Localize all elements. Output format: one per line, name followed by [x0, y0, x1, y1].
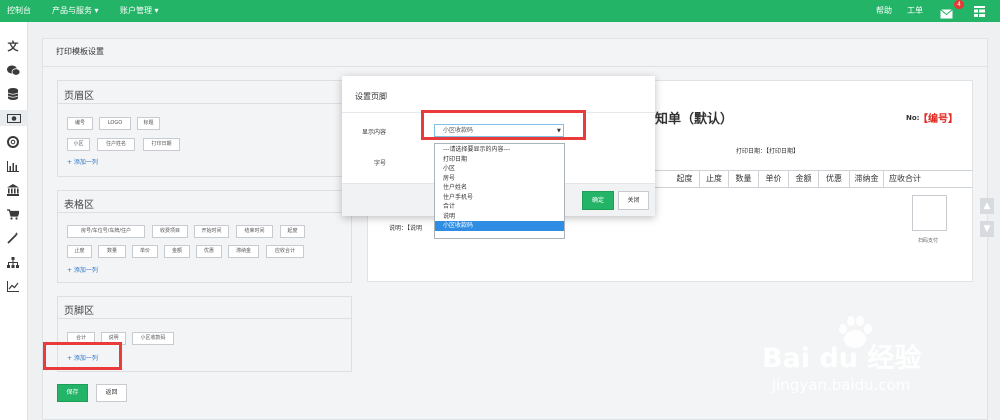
preview-col-total: 应收合计 [889, 174, 921, 183]
preview-note: 说明：【说明 [389, 225, 423, 232]
bar-chart-icon[interactable] [5, 158, 21, 174]
chip-start-time[interactable]: 开始时间 [194, 225, 229, 238]
qr-code-placeholder [912, 195, 947, 231]
watermark-brand: Bai du 经验 [762, 343, 922, 374]
chip-start-reading[interactable]: 起度 [280, 225, 305, 238]
chip-room-parking-resident[interactable]: 房号/车位号/车牌/住户 [67, 225, 145, 238]
option-note[interactable]: 说明 [435, 212, 564, 222]
option-resident-phone[interactable]: 住户手机号 [435, 193, 564, 203]
mail-icon[interactable] [940, 6, 953, 19]
highlight-box [421, 110, 586, 140]
table-add-column-link[interactable]: + 添加一列 [67, 265, 98, 274]
nav-products-services[interactable]: 产品与服务 ▾ [52, 0, 99, 22]
bank-icon[interactable] [5, 182, 21, 198]
divider [57, 318, 352, 319]
magic-wand-icon[interactable] [5, 230, 21, 246]
option-print-date[interactable]: 打印日期 [435, 155, 564, 165]
option-placeholder[interactable]: ---请选择要显示的内容--- [435, 145, 564, 155]
wechat-icon[interactable] [5, 62, 21, 78]
lifebuoy-icon[interactable] [5, 134, 21, 150]
scroll-top-button[interactable]: ▲ [980, 198, 994, 214]
preview-number: 【编号】 [918, 114, 958, 125]
chip-quantity[interactable]: 数量 [98, 245, 126, 258]
divider [57, 103, 352, 104]
chip-amount[interactable]: 金额 [164, 245, 190, 258]
page-title: 打印模板设置 [56, 47, 104, 56]
back-button[interactable]: 返回 [96, 384, 127, 402]
chip-charge-item[interactable]: 收费项目 [152, 225, 188, 238]
option-resident-name[interactable]: 住户姓名 [435, 183, 564, 193]
confirm-button[interactable]: 确定 [582, 191, 614, 210]
line-chart-icon[interactable] [5, 278, 21, 294]
option-community-qr[interactable]: 小区收款码 [435, 221, 564, 231]
sidebar: 文 [0, 22, 28, 420]
chip-unit-price[interactable]: 单价 [132, 245, 158, 258]
chip-community-qr[interactable]: 小区收款码 [132, 332, 174, 345]
font-size-label: 字号 [374, 160, 387, 167]
preview-col-end-reading: 止度 [700, 170, 729, 188]
table-section-title: 表格区 [64, 200, 94, 211]
top-navbar: 控制台 产品与服务 ▾ 账户管理 ▾ 帮助 工单 4 [0, 0, 1000, 22]
display-content-options: ---请选择要显示的内容--- 打印日期 小区 房号 住户姓名 住户手机号 合计… [434, 143, 565, 239]
qr-caption: 扫码支付 [918, 238, 939, 244]
help-link[interactable]: 帮助 [876, 0, 892, 22]
chip-resident-name[interactable]: 住户姓名 [97, 138, 135, 151]
chip-end-reading[interactable]: 止度 [67, 245, 92, 258]
chip-community[interactable]: 小区 [67, 138, 90, 151]
text-icon[interactable]: 文 [5, 38, 21, 54]
modal-title: 设置页脚 [355, 92, 387, 101]
ticket-link[interactable]: 工单 [907, 0, 923, 22]
display-content-label: 显示内容 [362, 129, 387, 136]
close-button[interactable]: 关闭 [618, 191, 649, 210]
chip-discount[interactable]: 优惠 [196, 245, 222, 258]
sitemap-icon[interactable] [5, 254, 21, 270]
footer-section-title: 页脚区 [64, 306, 94, 317]
chip-print-date[interactable]: 打印日期 [143, 138, 180, 151]
nav-account-management[interactable]: 账户管理 ▾ [120, 0, 159, 22]
watermark-url: jingyan.baidu.com [772, 376, 911, 394]
chip-number[interactable]: 编号 [67, 117, 93, 130]
preview-col-quantity: 数量 [729, 170, 759, 188]
nav-console[interactable]: 控制台 [7, 0, 31, 22]
divider [57, 212, 352, 213]
preview-col-discount: 优惠 [819, 170, 850, 188]
money-icon[interactable] [0, 110, 28, 126]
mail-count-badge: 4 [954, 0, 964, 9]
chip-late-fee[interactable]: 滞纳金 [228, 245, 259, 258]
preview-col-unit-price: 单价 [759, 170, 789, 188]
save-button[interactable]: 保存 [57, 384, 88, 402]
cart-icon[interactable] [5, 206, 21, 222]
database-icon[interactable] [5, 86, 21, 102]
preview-print-date: 打印日期：【打印日期】 [736, 148, 800, 155]
header-add-column-link[interactable]: + 添加一列 [67, 157, 98, 166]
option-room[interactable]: 房号 [435, 174, 564, 184]
scroll-bottom-button[interactable]: ▼ [980, 221, 994, 237]
preview-col-late-fee: 滞纳金 [850, 170, 884, 188]
option-community[interactable]: 小区 [435, 164, 564, 174]
preview-col-start-reading: 起度 [670, 170, 700, 188]
chip-logo[interactable]: LOGO [99, 117, 131, 130]
chip-title[interactable]: 标题 [137, 117, 160, 130]
chip-total-receivable[interactable]: 应收合计 [266, 245, 304, 258]
chip-end-time[interactable]: 结束时间 [236, 225, 273, 238]
grid-menu-icon[interactable] [974, 5, 985, 17]
header-section-title: 页眉区 [64, 91, 94, 102]
preview-col-amount: 金额 [789, 170, 819, 188]
preview-title: 知单（默认） [655, 112, 734, 127]
title-divider [43, 66, 988, 67]
highlight-box [43, 342, 122, 370]
option-total[interactable]: 合计 [435, 202, 564, 212]
